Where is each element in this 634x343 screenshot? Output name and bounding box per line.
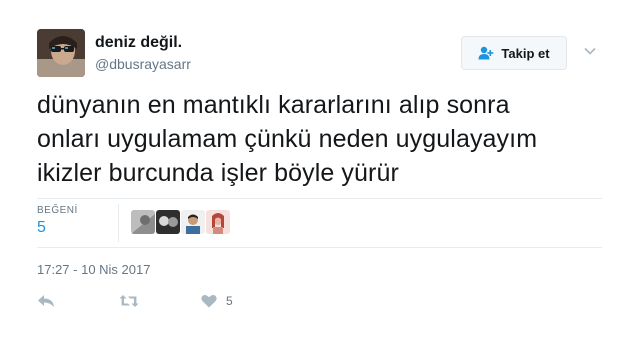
- likes-count: 5: [37, 219, 46, 236]
- tweet-timestamp[interactable]: 17:27 - 10 Nis 2017: [37, 262, 150, 277]
- username[interactable]: @dbusrayasarr: [95, 56, 191, 72]
- reply-icon: [38, 295, 54, 307]
- stat-separator: [118, 204, 119, 242]
- divider: [37, 198, 602, 199]
- like-button[interactable]: 5: [201, 292, 233, 310]
- retweet-button[interactable]: [119, 292, 139, 310]
- retweet-icon: [119, 295, 139, 307]
- tweet-text: dünyanın en mantıklı kararlarını alıp so…: [37, 88, 617, 190]
- likes-label: BEĞENİ: [37, 205, 78, 216]
- reply-button[interactable]: [37, 292, 55, 310]
- display-name[interactable]: deniz değil.: [95, 34, 182, 52]
- tweet-text-line: onları uygulamam çünkü neden uygulayayım: [37, 125, 538, 153]
- tweet-menu-button[interactable]: [583, 44, 597, 58]
- tweet-card: deniz değil. @dbusrayasarr Takip et düny…: [0, 0, 634, 343]
- liker-avatar[interactable]: [131, 210, 155, 234]
- tweet-text-line: ikizler burcunda işler böyle yürür: [37, 159, 399, 187]
- follow-button-label: Takip et: [501, 45, 550, 61]
- liker-avatar[interactable]: [181, 210, 205, 234]
- heart-icon: [201, 295, 217, 308]
- liker-avatar[interactable]: [156, 210, 180, 234]
- divider: [37, 247, 602, 248]
- like-count: 5: [226, 294, 233, 308]
- avatar-image: [37, 29, 85, 77]
- liker-avatars: [131, 210, 230, 234]
- tweet-text-line: dünyanın en mantıklı kararlarını alıp so…: [37, 91, 510, 119]
- add-user-icon: [478, 46, 494, 60]
- liker-avatar[interactable]: [206, 210, 230, 234]
- follow-button[interactable]: Takip et: [461, 36, 567, 70]
- likes-stat[interactable]: BEĞENİ 5: [37, 205, 78, 237]
- avatar[interactable]: [37, 29, 85, 77]
- chevron-down-icon: [584, 47, 596, 55]
